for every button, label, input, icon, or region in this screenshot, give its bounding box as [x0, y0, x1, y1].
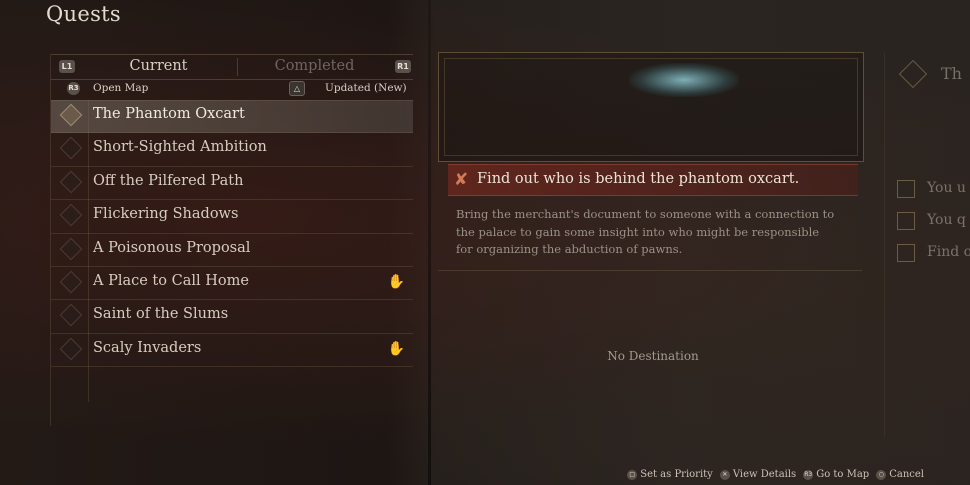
- cross-button-icon: ✕: [719, 469, 730, 480]
- circle-button-icon: ○: [876, 469, 887, 480]
- quest-marker-icon: [59, 337, 83, 361]
- quest-item[interactable]: Scaly Invaders ✋: [51, 334, 413, 368]
- tab-current[interactable]: Current: [81, 58, 236, 74]
- quest-item[interactable]: Flickering Shadows: [51, 200, 413, 234]
- hint-label: Set as Priority: [640, 469, 713, 480]
- preview-title: Th: [941, 64, 962, 83]
- preview-line: You q: [927, 212, 966, 228]
- quest-item[interactable]: The Phantom Oxcart: [51, 100, 413, 134]
- preview-line: You u: [927, 180, 966, 196]
- hint-cancel[interactable]: ○ Cancel: [876, 469, 924, 480]
- checkbox-checked-icon: [897, 180, 915, 198]
- quest-item[interactable]: A Place to Call Home ✋: [51, 267, 413, 301]
- objective-text: Find out who is behind the phantom oxcar…: [477, 171, 800, 187]
- quest-marker-icon: [59, 203, 83, 227]
- r3-button-icon: R3: [803, 469, 814, 480]
- square-button-icon: □: [627, 469, 638, 480]
- quest-tabs: L1 Current Completed R1: [51, 54, 413, 80]
- hint-view-details[interactable]: ✕ View Details: [719, 469, 797, 480]
- hint-label: View Details: [732, 469, 797, 480]
- hint-label: Cancel: [889, 469, 924, 480]
- quest-name: Off the Pilfered Path: [93, 172, 244, 189]
- quest-marker-icon: [59, 270, 83, 294]
- quest-item[interactable]: Off the Pilfered Path: [51, 167, 413, 201]
- checkbox-empty-icon: [897, 244, 915, 262]
- open-map-label[interactable]: Open Map: [93, 82, 148, 94]
- quest-name: Flickering Shadows: [93, 206, 239, 223]
- pawn-quest-icon: ✋: [387, 340, 405, 357]
- r1-button-icon[interactable]: R1: [395, 60, 411, 73]
- quest-description: Bring the merchant's document to someone…: [456, 207, 835, 256]
- quest-marker-icon: [59, 137, 83, 160]
- quest-marker-icon: [898, 59, 928, 89]
- quest-marker-icon: [59, 103, 83, 127]
- r3-button-icon[interactable]: R3: [67, 82, 80, 95]
- quest-marker-icon: [59, 304, 83, 327]
- panel-divider: [428, 0, 431, 485]
- list-toolbar: R3 Open Map △ Updated (New): [51, 78, 413, 101]
- quest-marker-icon: [59, 170, 83, 194]
- tab-completed[interactable]: Completed: [237, 58, 392, 74]
- quest-map-preview: [438, 52, 864, 162]
- triangle-button-icon[interactable]: △: [289, 81, 305, 96]
- quest-item[interactable]: Saint of the Slums: [51, 300, 413, 334]
- quest-marker-icon: [59, 237, 83, 260]
- quest-name: Saint of the Slums: [93, 306, 229, 323]
- l1-button-icon[interactable]: L1: [59, 60, 75, 73]
- quest-item[interactable]: A Poisonous Proposal: [51, 234, 413, 267]
- quest-item[interactable]: Short-Sighted Ambition: [51, 133, 413, 167]
- page-title: Quests: [46, 2, 121, 26]
- destination-status: No Destination: [607, 349, 699, 363]
- map-location-highlight: [629, 63, 739, 97]
- pawn-quest-icon: ✋: [387, 273, 405, 290]
- quest-name: The Phantom Oxcart: [93, 106, 245, 122]
- next-quest-preview: Th You u You q Find o: [884, 52, 970, 437]
- hint-label: Go to Map: [816, 469, 870, 480]
- quest-name: A Poisonous Proposal: [93, 239, 251, 256]
- hint-go-to-map[interactable]: R3 Go to Map: [803, 469, 869, 480]
- preview-line: Find o: [927, 244, 970, 260]
- quest-name: A Place to Call Home: [93, 272, 249, 289]
- quest-list: The Phantom Oxcart Short-Sighted Ambitio…: [51, 100, 413, 402]
- sort-label[interactable]: Updated (New): [325, 82, 407, 94]
- hint-set-priority[interactable]: □ Set as Priority: [627, 469, 713, 480]
- objective-bar: ✘ Find out who is behind the phantom oxc…: [448, 164, 858, 196]
- button-hints: □ Set as Priority ✕ View Details R3 Go t…: [627, 469, 924, 480]
- objective-icon: ✘: [454, 170, 469, 190]
- quest-name: Scaly Invaders: [93, 339, 202, 356]
- checkbox-checked-icon: [897, 212, 915, 230]
- quest-list-panel: L1 Current Completed R1 R3 Open Map △ Up…: [50, 54, 413, 426]
- quest-name: Short-Sighted Ambition: [93, 139, 267, 156]
- detail-divider: [438, 270, 862, 271]
